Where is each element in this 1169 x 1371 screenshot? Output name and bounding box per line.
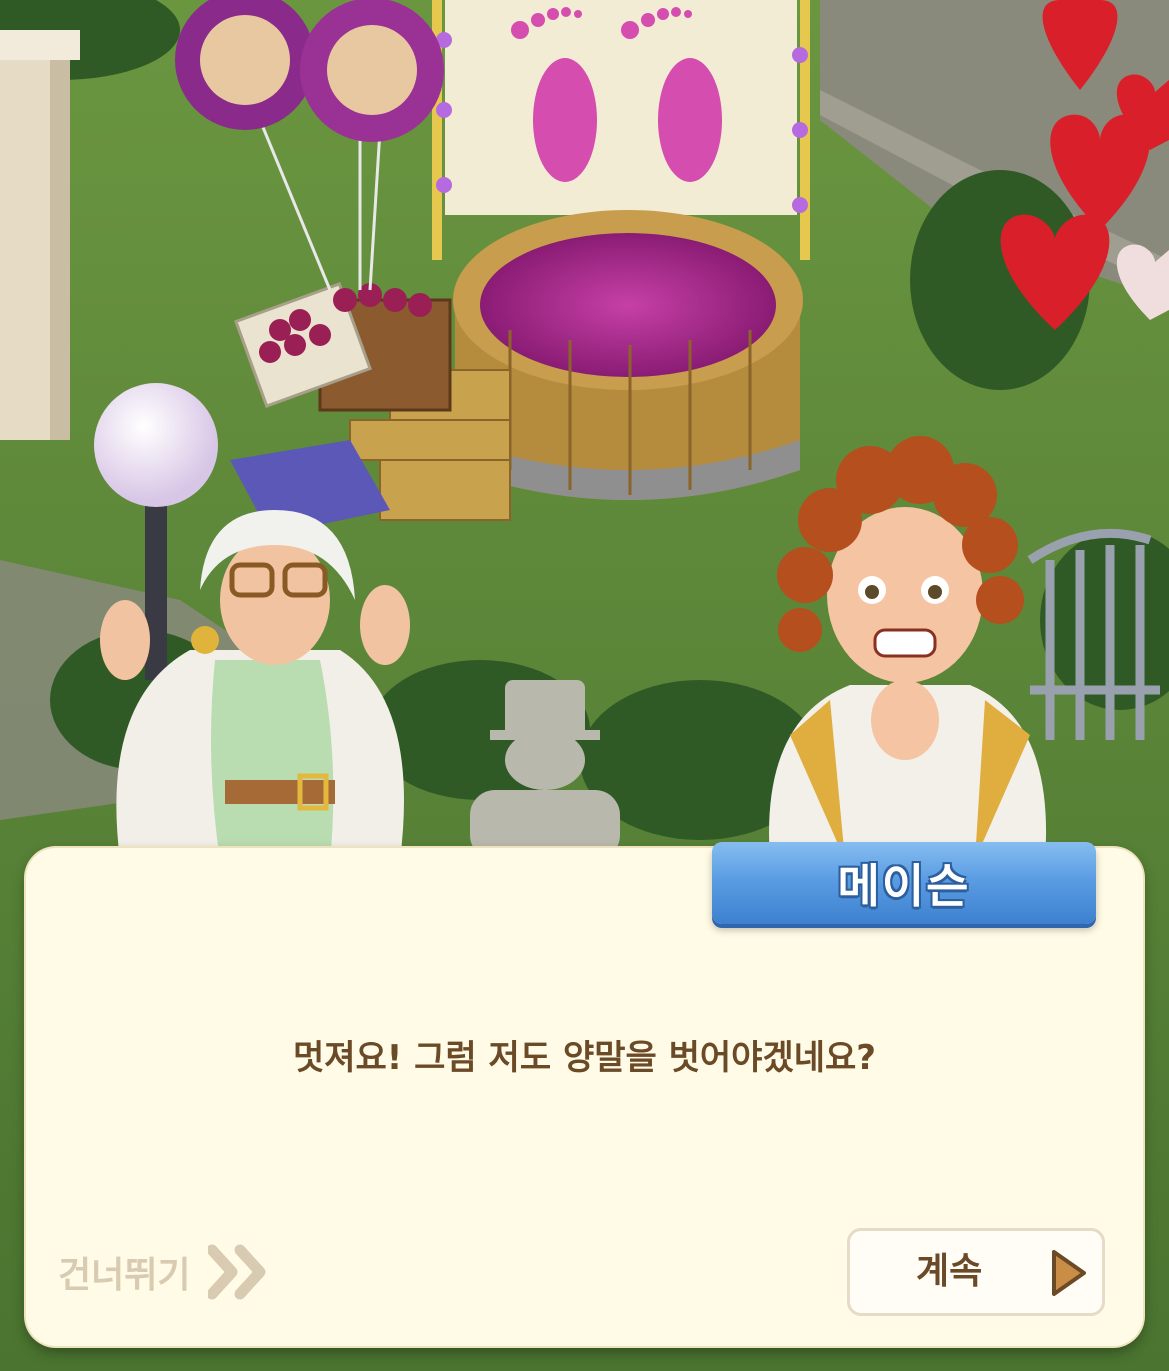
continue-label: 계속 — [916, 1251, 983, 1292]
dialog-message: 멋져요! 그럼 저도 양말을 벗어야겠네요? — [292, 1038, 877, 1078]
continue-button[interactable]: 계속 — [847, 1228, 1105, 1316]
play-triangle-icon — [1052, 1250, 1086, 1296]
double-chevron-right-icon — [208, 1244, 266, 1300]
skip-label: 건너뛰기 — [58, 1255, 191, 1296]
skip-button[interactable]: 건너뛰기 — [58, 1242, 272, 1302]
speaker-name: 메이슨 — [837, 859, 971, 913]
stone-pillar — [0, 30, 80, 440]
speaker-name-tag: 메이슨 — [712, 842, 1096, 924]
